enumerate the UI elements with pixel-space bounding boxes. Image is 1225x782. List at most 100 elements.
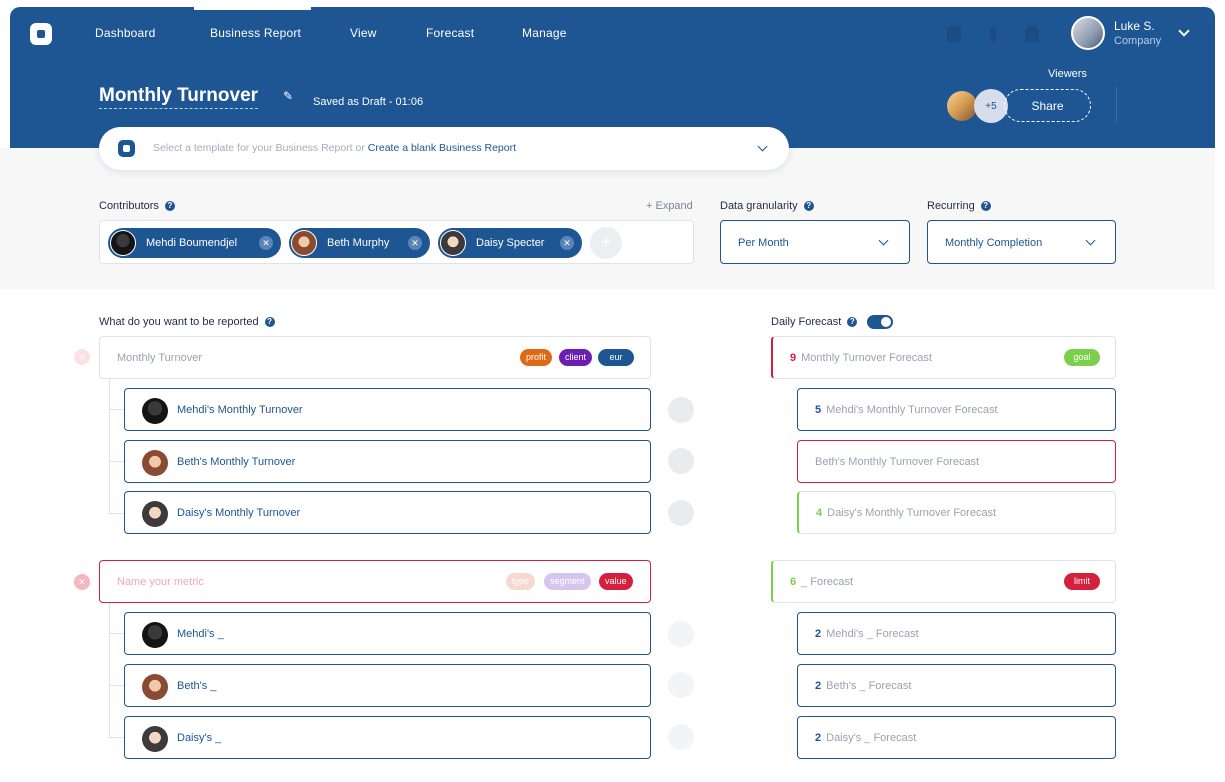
template-selector[interactable]: Select a template for your Business Repo…	[99, 127, 789, 170]
metric-title: Monthly Turnover	[117, 352, 202, 364]
sub-forecast-field[interactable]: 4 Daisy's Monthly Turnover Forecast	[797, 491, 1116, 534]
recurring-select[interactable]: Monthly Completion	[927, 220, 1116, 264]
contributor-chip[interactable]: Daisy Specter ✕	[438, 228, 582, 258]
metric-name-field[interactable]: Name your metric type segment value	[99, 560, 651, 603]
help-icon[interactable]: ?	[980, 201, 991, 211]
sub-metric-field[interactable]: Mehdi's Monthly Turnover	[124, 388, 651, 431]
forecast-title: 9 Monthly Turnover Forecast	[790, 352, 932, 364]
template-chevron-down-icon[interactable]	[757, 141, 768, 152]
share-button[interactable]: Share	[1004, 89, 1091, 122]
sub-forecast-title-text: Daisy's Monthly Turnover Forecast	[827, 507, 997, 519]
sub-metric-field[interactable]: Daisy's _	[124, 716, 651, 759]
tree-connector	[109, 737, 124, 738]
share-icon[interactable]	[668, 724, 694, 750]
sub-forecast-title: 2 Daisy's _ Forecast	[815, 732, 916, 744]
metric-field[interactable]: Monthly Turnover profit client eur	[99, 336, 651, 379]
user-avatar[interactable]	[1071, 16, 1105, 50]
sub-forecast-field[interactable]: 2 Mehdi's _ Forecast	[797, 612, 1116, 655]
daily-forecast-label: Daily Forecast ?	[771, 315, 894, 329]
sub-forecast-title-text: Mehdi's _ Forecast	[826, 628, 919, 640]
remove-contributor-icon[interactable]: ✕	[408, 236, 422, 250]
sub-forecast-title: 2 Beth's _ Forecast	[815, 680, 911, 692]
contributor-name: Mehdi Boumendjel	[146, 237, 238, 249]
share-icon[interactable]	[668, 672, 694, 698]
sub-metric-field[interactable]: Beth's _	[124, 664, 651, 707]
help-icon[interactable]: ?	[264, 317, 275, 327]
share-icon[interactable]	[668, 448, 694, 474]
tag-goal[interactable]: goal	[1064, 349, 1100, 366]
nav-view[interactable]: View	[350, 26, 377, 40]
remove-metric-icon[interactable]: ✕	[74, 349, 90, 365]
forecast-count: 5	[815, 404, 822, 416]
forecast-count: 2	[815, 732, 822, 744]
chevron-down-icon	[1085, 235, 1096, 246]
contributors-field[interactable]: Mehdi Boumendjel ✕ Beth Murphy ✕ Daisy S…	[99, 220, 694, 264]
page-title[interactable]: Monthly Turnover	[99, 85, 259, 109]
nav-forecast[interactable]: Forecast	[426, 26, 474, 40]
remove-contributor-icon[interactable]: ✕	[259, 236, 273, 250]
user-company: Company	[1114, 35, 1162, 47]
document-icon[interactable]	[947, 26, 961, 42]
avatar	[142, 726, 168, 752]
header-divider	[1116, 87, 1117, 122]
help-icon[interactable]: ?	[164, 201, 175, 211]
sub-forecast-field[interactable]: 5 Mehdi's Monthly Turnover Forecast	[797, 388, 1116, 431]
tag-profit[interactable]: profit	[520, 349, 553, 366]
nav-dashboard[interactable]: Dashboard	[95, 26, 156, 40]
contributor-chip[interactable]: Beth Murphy ✕	[289, 228, 430, 258]
remove-contributor-icon[interactable]: ✕	[560, 236, 574, 250]
tag-segment[interactable]: segment	[544, 573, 591, 590]
share-icon[interactable]	[668, 621, 694, 647]
share-icon[interactable]	[668, 500, 694, 526]
edit-pencil-icon[interactable]: ✎	[283, 90, 295, 102]
tag-eur[interactable]: eur	[598, 349, 634, 366]
create-blank-report-link[interactable]: Create a blank Business Report	[368, 142, 516, 154]
tree-connector	[109, 461, 124, 462]
tag-client[interactable]: client	[559, 349, 593, 366]
forecast-field[interactable]: 9 Monthly Turnover Forecast goal	[771, 336, 1116, 379]
tree-connector	[109, 633, 124, 634]
bell-icon[interactable]	[1025, 26, 1039, 42]
nav-manage[interactable]: Manage	[522, 26, 567, 40]
forecast-count: 9	[790, 352, 797, 364]
nav-business-report[interactable]: Business Report	[210, 26, 301, 40]
help-icon[interactable]: ?	[803, 201, 814, 211]
add-contributor-button[interactable]: +	[590, 227, 622, 259]
remove-metric-icon[interactable]: ✕	[74, 574, 90, 590]
recurring-label-text: Recurring	[927, 200, 975, 212]
tree-connector	[109, 409, 124, 410]
tree-connector	[109, 685, 124, 686]
daily-forecast-toggle[interactable]	[867, 315, 894, 329]
app-logo-icon[interactable]	[30, 23, 52, 45]
forecast-field[interactable]: 6 _ Forecast limit	[771, 560, 1116, 603]
tag-type[interactable]: type	[506, 573, 536, 590]
sub-forecast-title: 4 Daisy's Monthly Turnover Forecast	[816, 507, 996, 519]
tag-value[interactable]: value	[599, 573, 633, 590]
granularity-value: Per Month	[738, 237, 789, 249]
sub-forecast-field[interactable]: Beth's Monthly Turnover Forecast	[797, 440, 1116, 483]
avatar	[440, 230, 466, 256]
share-icon[interactable]	[668, 397, 694, 423]
recurring-value: Monthly Completion	[945, 237, 1043, 249]
sub-metric-title: Beth's Monthly Turnover	[177, 456, 296, 468]
sub-metric-title: Daisy's _	[177, 732, 222, 744]
granularity-select[interactable]: Per Month	[720, 220, 910, 264]
forecast-title-text: Monthly Turnover Forecast	[801, 352, 932, 364]
sub-metric-title: Mehdi's Monthly Turnover	[177, 404, 303, 416]
forecast-title: 6 _ Forecast	[790, 576, 853, 588]
tag-limit[interactable]: limit	[1064, 573, 1100, 590]
chevron-down-icon	[878, 235, 889, 246]
sub-forecast-field[interactable]: 2 Beth's _ Forecast	[797, 664, 1116, 707]
more-icon[interactable]	[990, 26, 996, 42]
sub-metric-field[interactable]: Daisy's Monthly Turnover	[124, 491, 651, 534]
sub-metric-field[interactable]: Beth's Monthly Turnover	[124, 440, 651, 483]
contributor-name: Daisy Specter	[476, 237, 545, 249]
help-icon[interactable]: ?	[847, 317, 858, 327]
sub-forecast-field[interactable]: 2 Daisy's _ Forecast	[797, 716, 1116, 759]
viewers-more-badge[interactable]: +5	[974, 89, 1008, 123]
expand-link[interactable]: + Expand	[646, 200, 693, 212]
sub-forecast-title-text: Mehdi's Monthly Turnover Forecast	[826, 404, 998, 416]
contributor-chip[interactable]: Mehdi Boumendjel ✕	[108, 228, 281, 258]
sub-metric-field[interactable]: Mehdi's _	[124, 612, 651, 655]
avatar	[291, 230, 317, 256]
